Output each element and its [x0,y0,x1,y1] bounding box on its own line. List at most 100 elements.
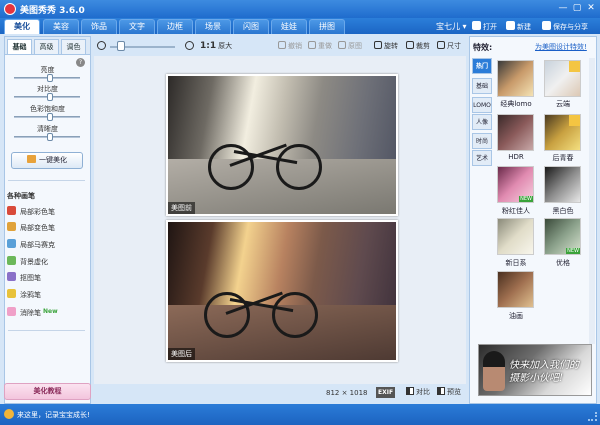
original-image-button[interactable]: 原图 [338,41,362,51]
category-lomo[interactable]: LOMO [472,97,492,113]
tab-collage[interactable]: 拼图 [309,19,345,34]
save-share-button[interactable]: 保存与分享 [542,21,588,32]
design-effects-link[interactable]: 为美图设计特效! [535,42,587,52]
effects-scrollbar[interactable] [589,58,595,344]
one-click-beautify-button[interactable]: 一键美化 [11,152,83,169]
tab-beautify[interactable]: 美化 [4,19,40,34]
subtab-bar: 基础 高级 调色 [5,37,90,55]
resize-grip[interactable] [588,412,597,421]
category-portrait[interactable]: 人像 [472,114,492,130]
actual-size-button[interactable]: 1:1 原大 [200,41,232,51]
redo-button[interactable]: 重做 [308,41,332,51]
tab-flash[interactable]: 闪图 [233,19,269,34]
maximize-icon[interactable]: ▢ [570,3,584,14]
close-icon[interactable]: ✕ [584,3,598,14]
redo-icon [308,41,316,49]
color-brush-icon [7,206,16,215]
sharpness-slider[interactable] [14,133,80,141]
category-art[interactable]: 艺术 [472,150,492,166]
tab-frame[interactable]: 边框 [157,19,193,34]
status-message[interactable]: 来这里，记录宝宝成长! [17,410,90,420]
compare-button[interactable]: 对比 [406,387,430,398]
brush-mosaic[interactable]: 局部马赛克 [7,239,55,251]
exif-button[interactable]: EXIF [376,387,396,398]
saturation-slider[interactable] [14,113,80,121]
undo-button[interactable]: 撤销 [278,41,302,51]
effect-label: HDR [508,153,524,161]
brush-heading: 各种画笔 [7,192,35,200]
saturation-slider-knob[interactable] [47,113,53,121]
user-menu[interactable]: 宝七儿 ▾ [436,21,467,32]
minimize-icon[interactable]: — [556,3,570,14]
effect-label: 油画 [509,312,523,320]
effect-thumbnail[interactable] [497,271,534,308]
pencil-icon [7,289,16,298]
subtab-advanced[interactable]: 高级 [34,39,59,54]
rotate-button[interactable]: 旋转 [374,41,398,51]
promo-banner[interactable]: 快来加入我们的 摄影小伙吧! [478,344,592,396]
effect-thumbnail[interactable] [544,166,581,203]
effect-thumbnail[interactable] [544,114,581,151]
effect-thumbnail[interactable] [497,114,534,151]
new-badge: NEW [519,196,533,202]
after-photo[interactable]: 美图后 [166,220,398,362]
subtab-color[interactable]: 调色 [61,39,86,54]
category-basic[interactable]: 基础 [472,78,492,94]
crop-button[interactable]: 裁剪 [406,41,430,51]
new-button[interactable]: 新建 [506,21,531,32]
beautify-tutorial-button[interactable]: 美化教程 [4,383,91,400]
brightness-slider[interactable] [14,74,80,82]
effect-thumbnail[interactable] [497,218,534,255]
brush-local-recolor[interactable]: 局部变色笔 [7,222,55,234]
tab-makeup[interactable]: 美容 [43,19,79,34]
plus-icon [506,21,515,30]
bicycle-wheel [272,292,318,338]
preview-button[interactable]: 预览 [437,387,461,398]
effect-thumbnail[interactable]: NEW [497,166,534,203]
banner-portrait [483,351,505,391]
crown-badge-icon [569,61,580,72]
effect-label: 优格 [556,259,570,267]
tab-text[interactable]: 文字 [119,19,155,34]
contrast-slider-knob[interactable] [47,93,53,101]
brightness-slider-knob[interactable] [47,74,53,82]
brush-cutout[interactable]: 抠图笔 [7,272,41,284]
banner-text: 快来加入我们的 摄影小伙吧! [509,360,579,384]
before-photo[interactable]: 美图前 [166,74,398,216]
sharpness-slider-knob[interactable] [47,133,53,141]
effect-label: 新日系 [505,259,527,267]
effect-label: 黑白色 [552,207,574,215]
brush-background-blur[interactable]: 背景虚化 [7,256,48,268]
effect-thumbnail[interactable]: NEW [544,218,581,255]
resize-button[interactable]: 尺寸 [437,41,461,51]
effect-label: 粉红佳人 [502,207,530,215]
crown-badge-icon [569,115,580,126]
baby-icon [4,409,14,419]
zoom-slider-knob[interactable] [116,41,125,51]
image-dimensions: 812 × 1018 [326,389,368,397]
app-logo-icon [4,3,16,15]
effect-thumbnail[interactable] [544,60,581,97]
tab-scene[interactable]: 场景 [195,19,231,34]
status-bar: 来这里，记录宝宝成长! [0,404,600,425]
zoom-in-icon[interactable] [185,41,194,50]
open-button[interactable]: 打开 [472,21,497,32]
zoom-out-icon[interactable] [97,41,106,50]
effect-label: 经典lomo [500,100,532,108]
effect-thumbnail[interactable] [497,60,534,97]
brush-local-color[interactable]: 局部彩色笔 [7,206,55,218]
tab-accessories[interactable]: 饰品 [81,19,117,34]
brush-doodle[interactable]: 涂鸦笔 [7,289,41,301]
undo-icon [278,41,286,49]
main-tab-bar: 美化 美容 饰品 文字 边框 场景 闪图 娃娃 拼图 宝七儿 ▾ 打开 新建 保… [0,18,600,34]
magic-icon [27,155,36,163]
tab-doll[interactable]: 娃娃 [271,19,307,34]
contrast-slider[interactable] [14,93,80,101]
category-fashion[interactable]: 时尚 [472,133,492,149]
eraser-icon [7,307,16,316]
subtab-basic[interactable]: 基础 [7,39,32,54]
category-hot[interactable]: 热门 [472,58,492,74]
crop-icon [406,41,414,49]
new-badge: NEW [566,248,580,254]
brush-eraser[interactable]: 消除笔 New [7,306,58,318]
